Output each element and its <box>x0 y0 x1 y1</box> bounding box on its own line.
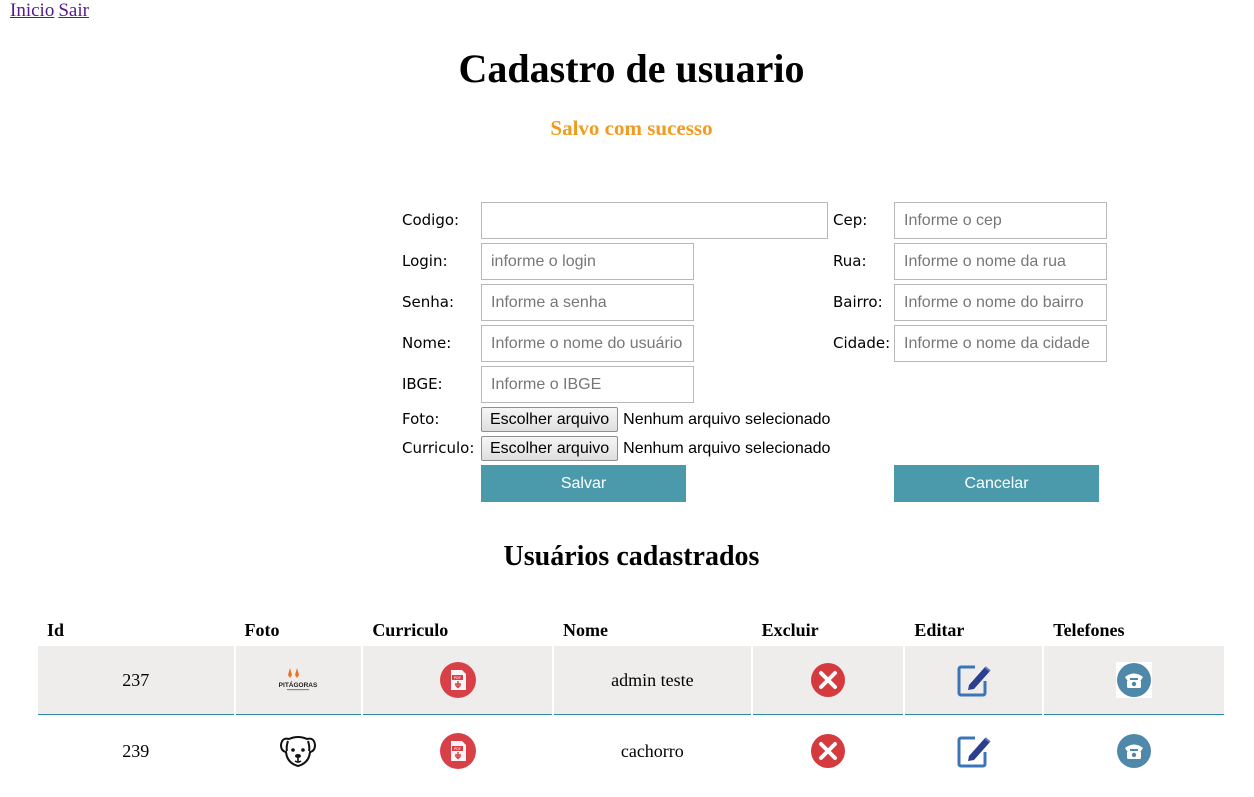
cell-foto <box>233 714 364 787</box>
nome-field[interactable] <box>481 325 694 362</box>
cell-id: 239 <box>36 714 236 787</box>
cidade-label: Cidade: <box>833 334 891 352</box>
rua-field[interactable] <box>894 243 1107 280</box>
pitagoras-logo-text: PITÁGORAS <box>279 680 318 689</box>
codigo-field[interactable] <box>481 202 828 239</box>
pdf-icon[interactable]: PDF <box>439 732 477 770</box>
senha-field[interactable] <box>481 284 694 321</box>
foto-file-input: Escolher arquivo Nenhum arquivo selecion… <box>481 407 830 432</box>
delete-icon[interactable] <box>810 662 846 698</box>
cep-field[interactable] <box>894 202 1107 239</box>
curriculo-label: Curriculo: <box>402 439 475 457</box>
delete-icon[interactable] <box>810 733 846 769</box>
cidade-field[interactable] <box>894 325 1107 362</box>
login-field[interactable] <box>481 243 694 280</box>
table-header-row: Id Foto Curriculo Nome Excluir Editar Te… <box>37 614 1225 646</box>
header-editar: Editar <box>914 619 965 640</box>
header-telefones: Telefones <box>1053 619 1125 640</box>
curriculo-choose-file-button[interactable]: Escolher arquivo <box>481 436 619 461</box>
cell-excluir <box>750 646 906 715</box>
header-foto: Foto <box>244 619 280 640</box>
logout-link[interactable]: Sair <box>58 0 89 21</box>
nome-label: Nome: <box>402 334 452 352</box>
curriculo-file-status: Nenhum arquivo selecionado <box>623 439 831 457</box>
users-table: Id Foto Curriculo Nome Excluir Editar Te… <box>36 614 1226 787</box>
phone-icon[interactable] <box>1116 662 1153 698</box>
foto-label: Foto: <box>402 410 440 428</box>
cancel-button[interactable]: Cancelar <box>894 465 1099 502</box>
cell-foto: PITÁGORAS <box>233 646 364 715</box>
header-id: Id <box>47 619 65 640</box>
cell-telefones <box>1042 714 1226 787</box>
cell-excluir <box>750 714 906 787</box>
cell-editar <box>903 714 1045 787</box>
cep-label: Cep: <box>833 211 868 229</box>
ibge-field[interactable] <box>481 366 694 403</box>
cell-nome: cachorro <box>552 714 753 787</box>
pdf-icon[interactable]: PDF <box>439 661 477 699</box>
table-row: 239 PDF cachorro <box>36 714 1226 787</box>
bairro-label: Bairro: <box>833 293 883 311</box>
login-label: Login: <box>402 252 448 270</box>
cell-id: 237 <box>36 646 236 715</box>
dog-face-icon[interactable] <box>279 733 317 769</box>
svg-text:PDF: PDF <box>454 747 461 751</box>
cell-telefones <box>1042 646 1226 715</box>
pitagoras-logo-icon[interactable]: PITÁGORAS <box>278 666 318 694</box>
cell-editar <box>903 646 1045 715</box>
foto-choose-file-button[interactable]: Escolher arquivo <box>481 407 619 432</box>
cell-curriculo: PDF <box>361 714 555 787</box>
svg-text:PDF: PDF <box>454 676 461 680</box>
table-row: 237 PITÁGORAS PDF admin teste <box>36 646 1226 715</box>
cell-curriculo: PDF <box>361 646 555 715</box>
bairro-field[interactable] <box>894 284 1107 321</box>
users-section-title: Usuários cadastrados <box>503 541 760 572</box>
edit-icon[interactable] <box>955 732 993 770</box>
ibge-label: IBGE: <box>402 375 443 393</box>
cell-nome: admin teste <box>552 646 753 715</box>
page-title: Cadastro de usuario <box>458 46 805 91</box>
phone-icon[interactable] <box>1116 733 1152 769</box>
header-curriculo: Curriculo <box>372 619 449 640</box>
home-link[interactable]: Inicio <box>10 0 54 21</box>
edit-icon[interactable] <box>955 661 993 699</box>
header-nome: Nome <box>563 619 609 640</box>
codigo-label: Codigo: <box>402 211 460 229</box>
foto-file-status: Nenhum arquivo selecionado <box>623 410 831 428</box>
rua-label: Rua: <box>833 252 867 270</box>
top-nav: Inicio Sair <box>10 0 93 22</box>
success-message: Salvo com sucesso <box>550 116 713 140</box>
senha-label: Senha: <box>402 293 455 311</box>
header-excluir: Excluir <box>761 619 819 640</box>
save-button[interactable]: Salvar <box>481 465 686 502</box>
curriculo-file-input: Escolher arquivo Nenhum arquivo selecion… <box>481 436 830 461</box>
